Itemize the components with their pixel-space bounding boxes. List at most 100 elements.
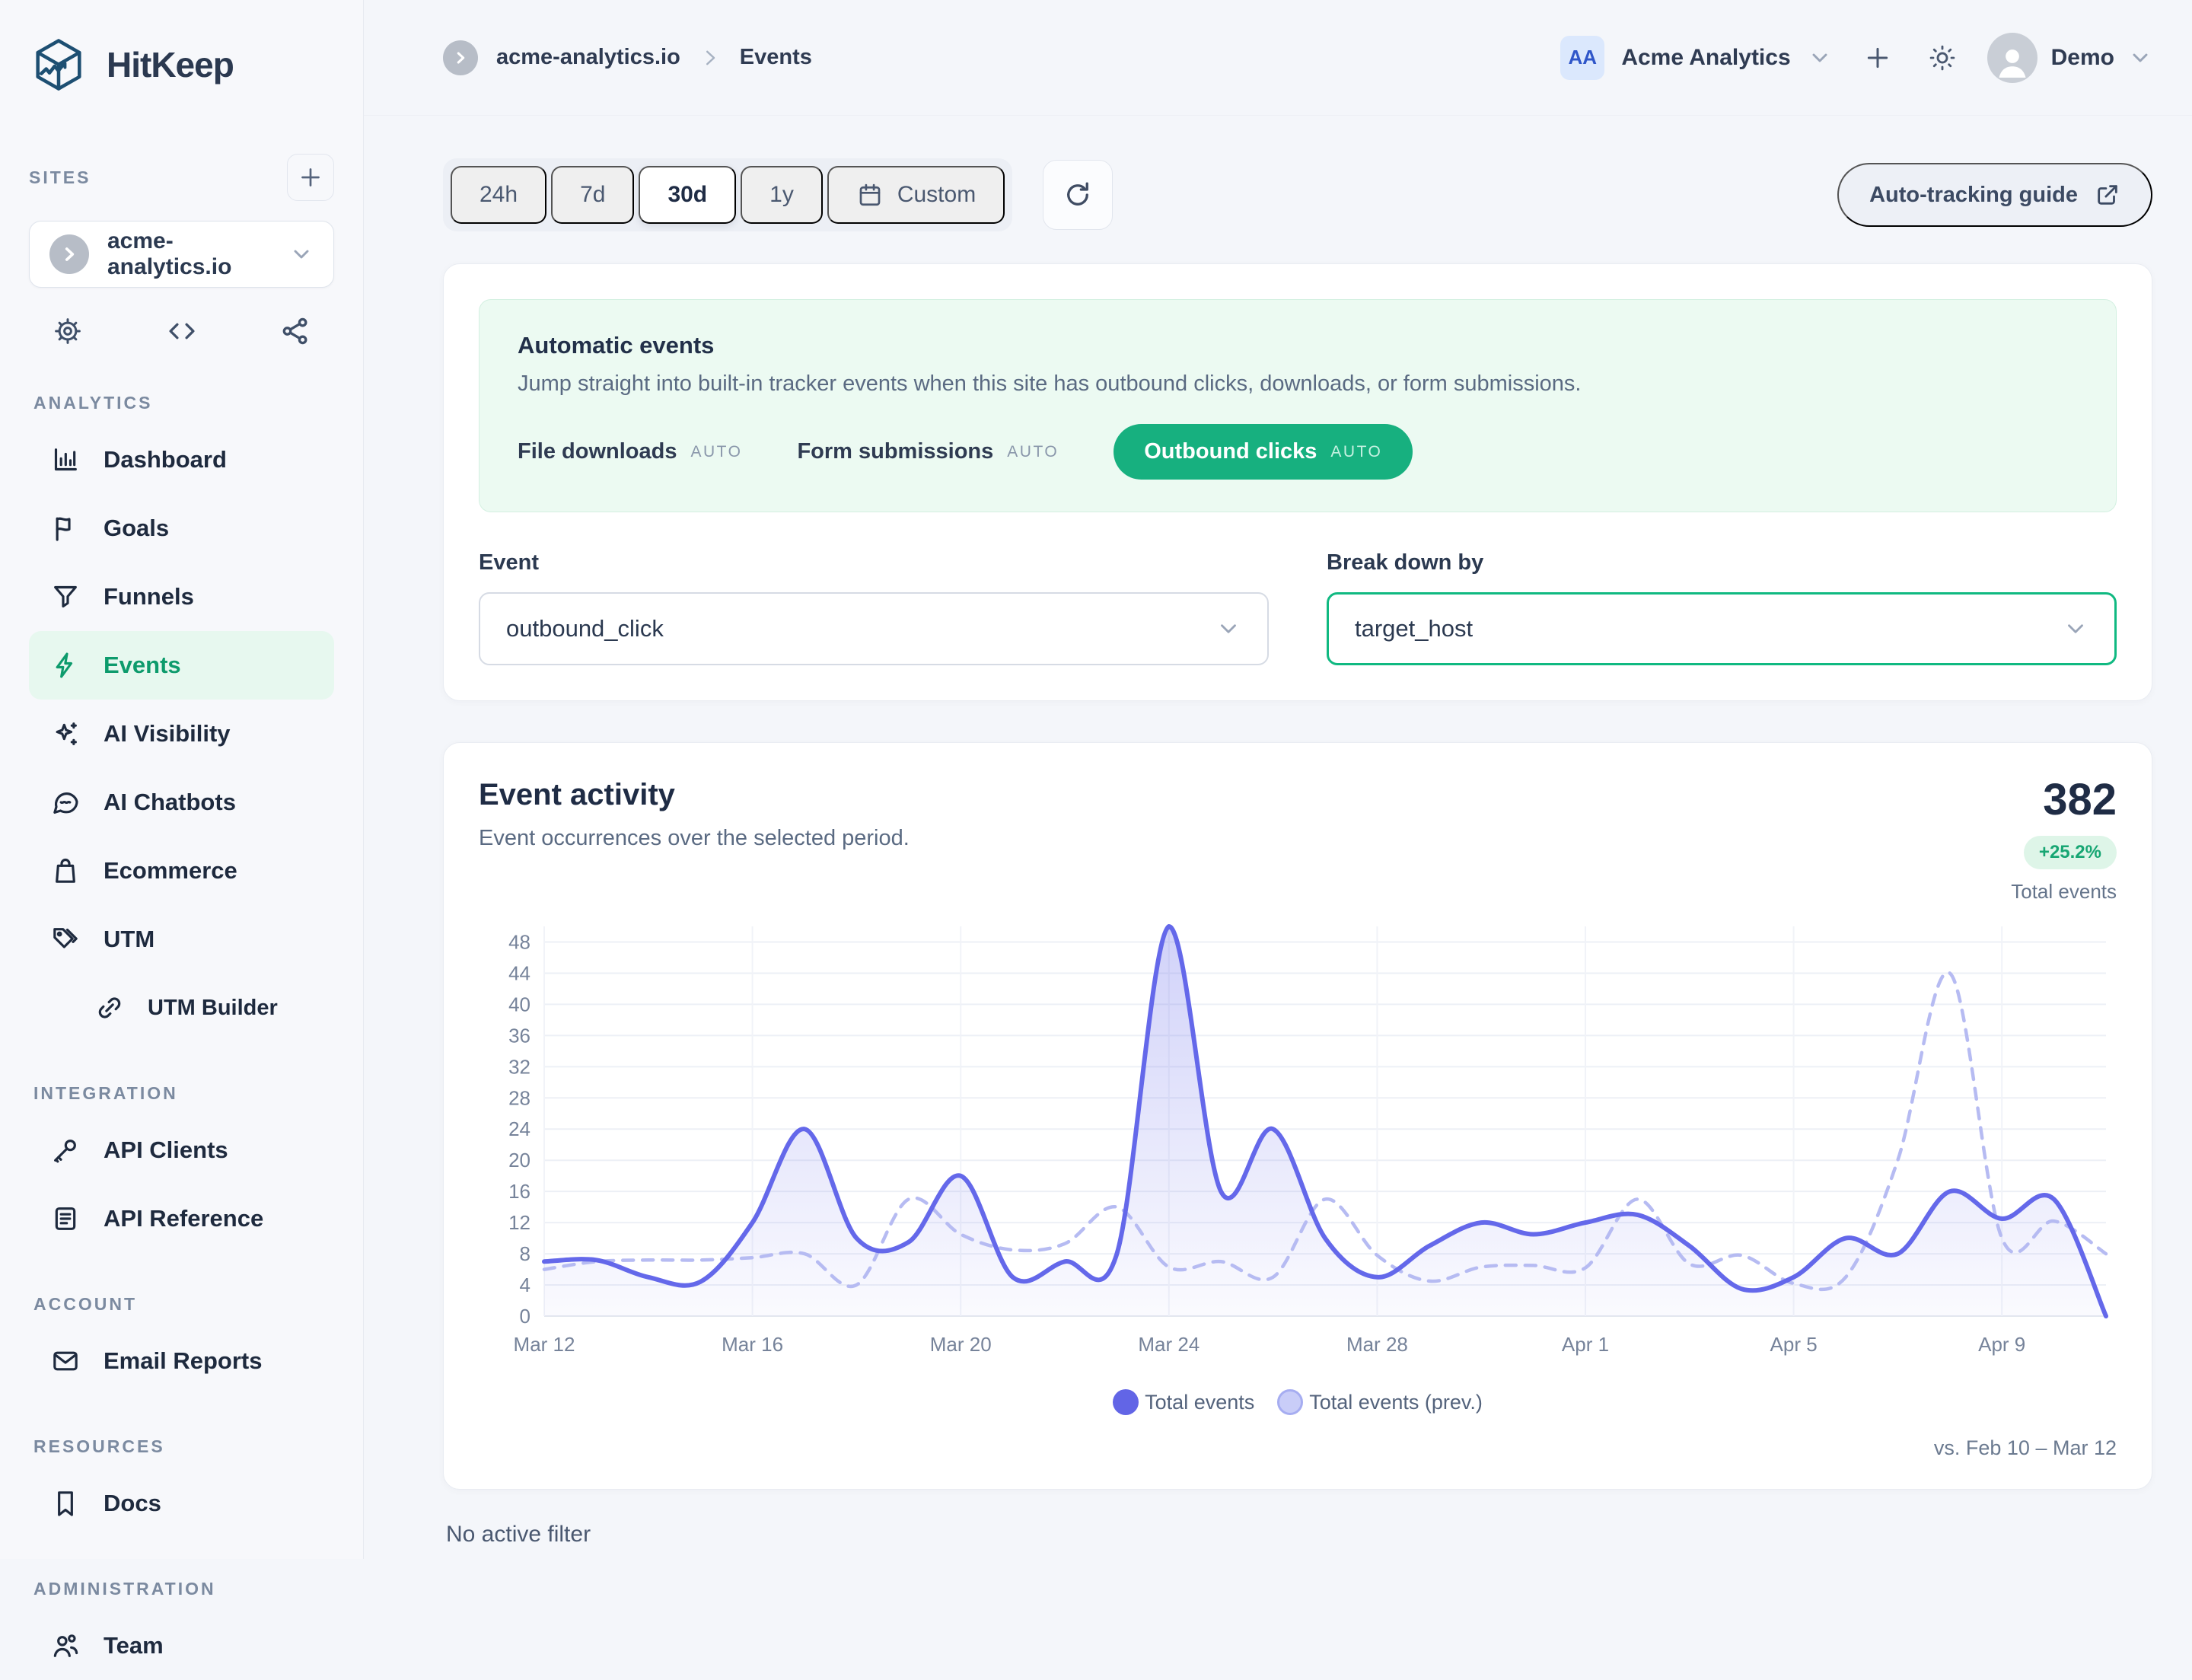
dashboard-icon [50, 445, 81, 475]
event-activity-chart: 04812162024283236404448Mar 12Mar 16Mar 2… [479, 914, 2115, 1386]
total-events-value: 382 [2011, 778, 2117, 822]
event-filters-card: Automatic events Jump straight into buil… [443, 263, 2152, 701]
chevron-down-icon [2063, 616, 2088, 642]
time-range-label: 7d [580, 182, 605, 208]
time-range-label: 30d [667, 182, 707, 208]
sidebar-item-ai-visibility[interactable]: AI Visibility [29, 700, 334, 768]
sidebar-item-ecommerce[interactable]: Ecommerce [29, 837, 334, 905]
time-range-label: 24h [480, 182, 518, 208]
time-range-7d-button[interactable]: 7d [551, 166, 634, 224]
chart-legend: Total events Total events (prev.) [479, 1389, 2117, 1415]
svg-text:32: 32 [508, 1055, 530, 1078]
sidebar-item-label: Ecommerce [104, 857, 237, 885]
theme-toggle-sun-icon[interactable] [1923, 39, 1961, 77]
site-selector[interactable]: acme-analytics.io [29, 221, 334, 288]
chevron-down-icon [1808, 46, 1832, 70]
sidebar-item-goals[interactable]: Goals [29, 494, 334, 563]
org-switcher[interactable]: AA Acme Analytics [1560, 36, 1831, 80]
event-activity-card: Event activity Event occurrences over th… [443, 742, 2152, 1490]
add-button[interactable] [1858, 38, 1897, 78]
calendar-icon [856, 181, 884, 209]
sidebar-item-label: UTM [104, 926, 155, 953]
activity-title: Event activity [479, 778, 910, 812]
svg-text:Apr 1: Apr 1 [1562, 1333, 1609, 1356]
sparkles-icon [50, 719, 81, 749]
bolt-icon [50, 650, 81, 681]
settings-icon[interactable] [52, 315, 84, 347]
time-range-30d-button[interactable]: 30d [639, 166, 736, 224]
auto-badge: AUTO [1330, 443, 1382, 461]
svg-text:28: 28 [508, 1086, 530, 1109]
refresh-button[interactable] [1043, 160, 1113, 230]
sidebar-item-funnels[interactable]: Funnels [29, 563, 334, 631]
auto-tracking-guide-button[interactable]: Auto-tracking guide [1837, 163, 2152, 227]
auto-event-chip-file-downloads[interactable]: File downloadsAUTO [518, 439, 742, 464]
chevron-right-icon [699, 46, 722, 69]
event-select[interactable]: outbound_click [479, 592, 1269, 665]
sidebar-item-api-reference[interactable]: API Reference [29, 1184, 334, 1253]
sidebar-item-label: UTM Builder [148, 996, 278, 1021]
svg-text:Mar 24: Mar 24 [1138, 1333, 1200, 1356]
auto-badge: AUTO [1007, 443, 1059, 461]
sidebar-item-utm[interactable]: UTM [29, 905, 334, 974]
site-avatar-icon [49, 234, 89, 274]
sidebar-section-label-account: ACCOUNT [33, 1294, 334, 1315]
legend-item-total-events-prev-[interactable]: Total events (prev.) [1277, 1389, 1483, 1415]
svg-text:Apr 5: Apr 5 [1770, 1333, 1818, 1356]
legend-dot-icon [1113, 1389, 1139, 1415]
time-range-24h-button[interactable]: 24h [451, 166, 546, 224]
sidebar-item-dashboard[interactable]: Dashboard [29, 426, 334, 494]
sidebar-item-docs[interactable]: Docs [29, 1469, 334, 1538]
mail-icon [50, 1346, 81, 1376]
sidebar: HitKeep SITES acme-analytics.io ANALYTIC… [0, 0, 364, 1559]
sidebar-item-events[interactable]: Events [29, 631, 334, 700]
brand-logo: HitKeep [29, 35, 334, 94]
brand-name: HitKeep [107, 44, 234, 85]
time-range-custom-button[interactable]: Custom [827, 166, 1005, 224]
key-icon [50, 1135, 81, 1165]
sidebar-item-ai-chatbots[interactable]: AI Chatbots [29, 768, 334, 837]
sidebar-item-label: Email Reports [104, 1347, 262, 1375]
user-name: Demo [2051, 45, 2114, 71]
svg-text:Mar 16: Mar 16 [722, 1333, 783, 1356]
time-range-segmented-control: 24h 7d 30d 1y Custom [443, 158, 1012, 231]
breadcrumb-site[interactable]: acme-analytics.io [496, 45, 680, 70]
legend-item-total-events[interactable]: Total events [1113, 1389, 1254, 1415]
svg-text:48: 48 [508, 930, 530, 953]
time-range-1y-button[interactable]: 1y [741, 166, 823, 224]
sidebar-item-utm-builder[interactable]: UTM Builder [29, 974, 334, 1042]
chevron-down-icon [1215, 616, 1241, 642]
sidebar-item-label: AI Chatbots [104, 789, 236, 816]
sidebar-item-label: Team [104, 1632, 164, 1659]
sidebar-item-label: Events [104, 652, 181, 679]
event-select-value: outbound_click [506, 615, 664, 642]
legend-label: Total events (prev.) [1309, 1391, 1483, 1414]
sidebar-item-label: Dashboard [104, 446, 227, 473]
sidebar-item-email-reports[interactable]: Email Reports [29, 1327, 334, 1395]
sidebar-section-label-integration: INTEGRATION [33, 1083, 334, 1104]
svg-text:40: 40 [508, 993, 530, 1015]
svg-text:12: 12 [508, 1211, 530, 1234]
sidebar-item-label: Funnels [104, 583, 194, 610]
svg-text:Mar 28: Mar 28 [1346, 1333, 1408, 1356]
breadcrumb: acme-analytics.io Events [443, 40, 812, 75]
sidebar-item-team[interactable]: Team [29, 1611, 334, 1680]
auto-event-chip-outbound-clicks[interactable]: Outbound clicksAUTO [1114, 424, 1413, 480]
time-range-label: 1y [769, 182, 794, 208]
chat-icon [50, 787, 81, 818]
auto-event-chip-form-submissions[interactable]: Form submissionsAUTO [797, 439, 1059, 464]
share-icon[interactable] [279, 315, 311, 347]
selected-site-name: acme-analytics.io [107, 228, 271, 280]
chevron-down-icon [2128, 46, 2152, 70]
add-site-button[interactable] [287, 154, 334, 201]
automatic-event-chips: File downloadsAUTO Form submissionsAUTO Ou… [518, 424, 2078, 480]
user-menu[interactable]: Demo [1987, 33, 2152, 83]
svg-text:Apr 9: Apr 9 [1978, 1333, 2025, 1356]
breakdown-select[interactable]: target_host [1327, 592, 2117, 665]
code-snippet-icon[interactable] [166, 315, 198, 347]
legend-label: Total events [1145, 1391, 1254, 1414]
sidebar-item-api-clients[interactable]: API Clients [29, 1116, 334, 1184]
comparison-period-label: vs. Feb 10 – Mar 12 [479, 1436, 2117, 1460]
svg-text:20: 20 [508, 1149, 530, 1172]
banner-description: Jump straight into built-in tracker even… [518, 371, 2078, 397]
